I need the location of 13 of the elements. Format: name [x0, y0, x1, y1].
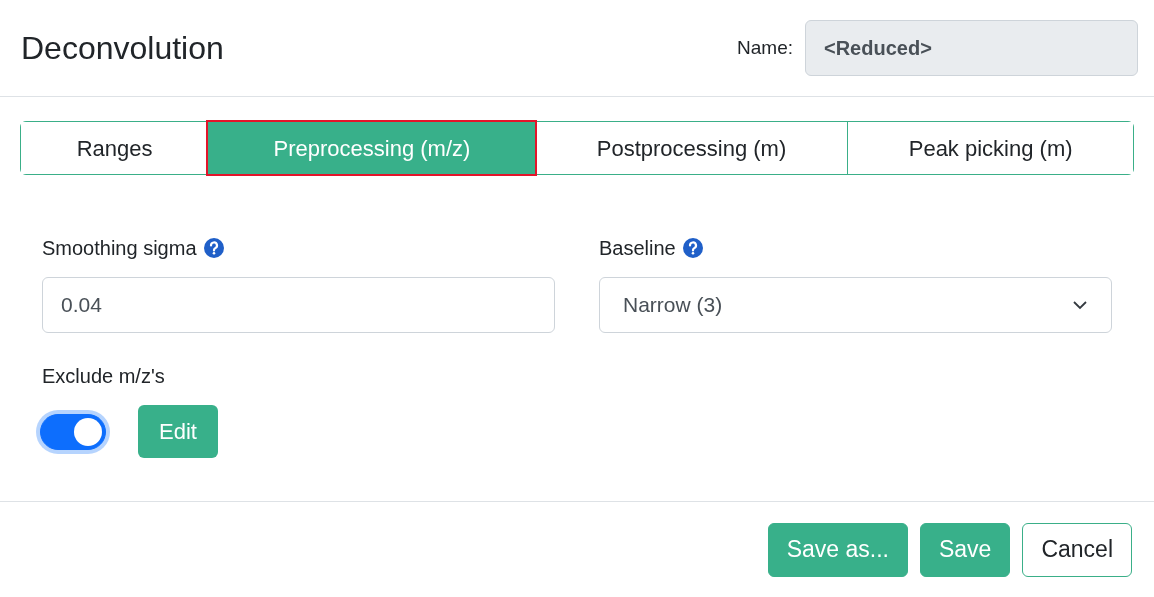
baseline-select[interactable]: Narrow (3) — [599, 277, 1112, 333]
help-icon[interactable] — [202, 237, 225, 259]
chevron-down-icon — [1072, 300, 1088, 310]
sigma-input[interactable]: 0.04 — [42, 277, 555, 333]
field-label: Baseline — [599, 236, 676, 261]
exclude-label: Exclude m/z's — [42, 364, 166, 389]
tab[interactable]: Peak picking (m) — [847, 122, 1133, 174]
footer-button[interactable]: Cancel — [1022, 522, 1132, 577]
name-field[interactable]: <Reduced> — [805, 20, 1138, 76]
name-label: Name: — [737, 35, 793, 60]
help-icon[interactable] — [681, 237, 704, 259]
field-label: Smoothing sigma — [42, 236, 197, 261]
dialog-title: Deconvolution — [21, 29, 224, 68]
